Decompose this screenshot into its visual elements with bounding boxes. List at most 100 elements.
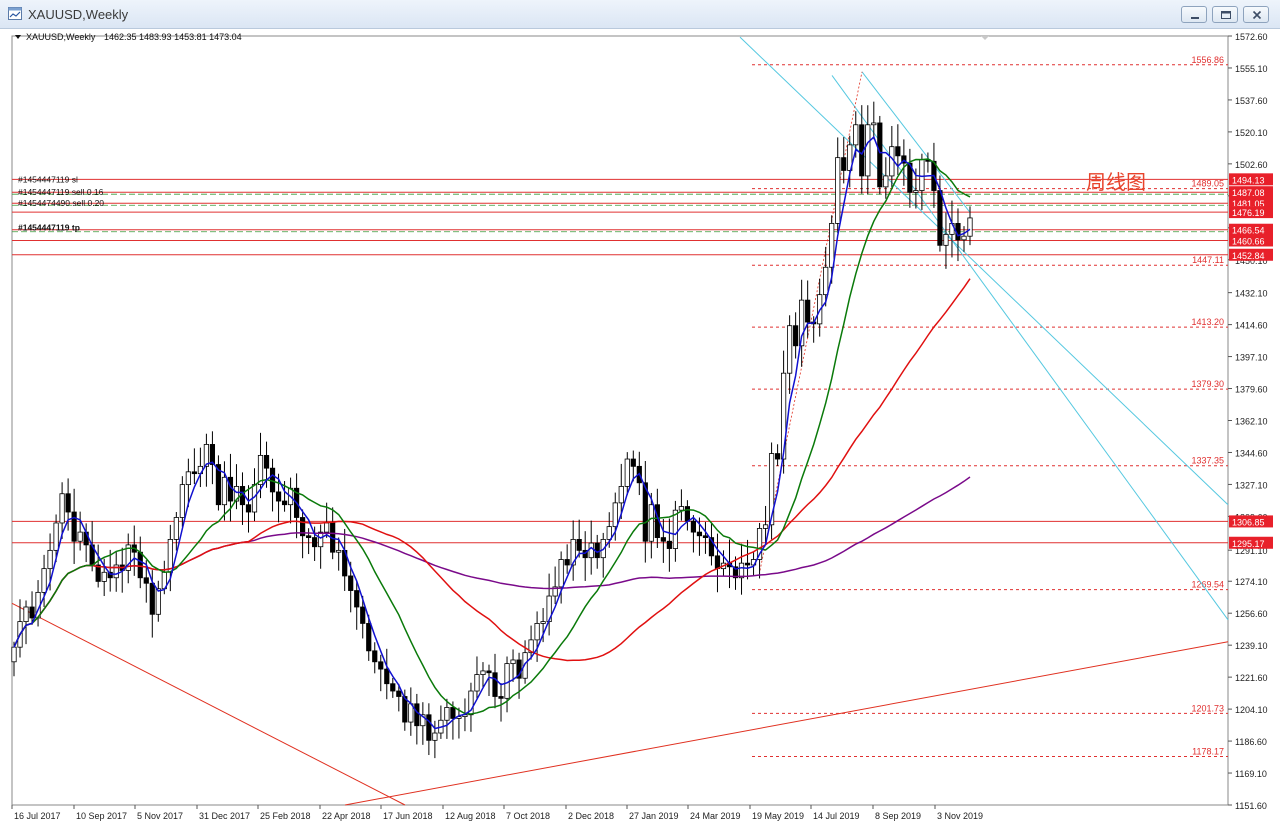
restore-button[interactable] (1212, 6, 1238, 23)
fib-level-label: 1269.54 (1191, 580, 1224, 590)
y-tick-label: 1169.10 (1235, 769, 1267, 779)
bear-candle (564, 559, 570, 566)
x-tick-label: 31 Dec 2017 (199, 811, 250, 821)
fib-level-label: 1447.11 (1192, 255, 1224, 265)
bull-candle (648, 504, 654, 542)
x-tick-label: 24 Mar 2019 (690, 811, 741, 821)
bear-candle (384, 668, 390, 685)
fib-level-label: 1178.17 (1192, 746, 1224, 756)
bull-candle (53, 522, 59, 551)
bull-candle (606, 526, 612, 540)
bull-candle (943, 233, 949, 246)
bull-candle (823, 266, 829, 296)
bull-candle (510, 659, 516, 665)
bull-candle (41, 568, 47, 593)
bear-candle (486, 670, 492, 674)
fib-level-label: 1489.05 (1191, 179, 1224, 189)
bear-candle (690, 520, 697, 533)
price-box-label: 1466.54 (1232, 226, 1265, 236)
bear-candle (666, 540, 672, 549)
minimize-button[interactable] (1181, 6, 1207, 23)
bull-candle (179, 484, 185, 518)
bull-candle (185, 471, 191, 486)
bull-candle (558, 559, 564, 588)
y-tick-label: 1520.10 (1235, 128, 1268, 138)
bull-candle (678, 506, 684, 511)
bear-candle (372, 650, 378, 663)
bear-candle (360, 606, 366, 624)
bull-candle (835, 157, 841, 224)
bull-candle (919, 159, 925, 191)
bull-candle (318, 531, 324, 548)
y-tick-label: 1555.10 (1235, 64, 1268, 74)
plot-area (11, 35, 1229, 806)
bear-candle (95, 564, 101, 582)
weekly-chart-annotation: 周线图 (1086, 170, 1146, 194)
price-box-label: 1460.66 (1232, 236, 1265, 246)
x-tick-label: 25 Feb 2018 (260, 811, 311, 821)
bear-candle (245, 504, 252, 513)
fib-level-label: 1413.20 (1191, 317, 1224, 327)
bear-candle (702, 535, 709, 538)
chart-window[interactable]: 1572.601555.101537.601520.101502.601485.… (0, 28, 1280, 833)
y-tick-label: 1274.10 (1235, 577, 1268, 587)
bull-candle (444, 707, 450, 721)
bull-candle (221, 476, 228, 506)
y-tick-label: 1414.60 (1235, 321, 1268, 331)
bull-candle (738, 562, 745, 579)
bull-candle (480, 670, 486, 675)
bear-candle (841, 157, 847, 171)
bull-candle (324, 522, 330, 533)
fib-level-label: 1379.30 (1191, 379, 1224, 389)
order-label: #1454447119 tp (18, 223, 80, 233)
y-tick-label: 1186.60 (1235, 737, 1267, 747)
y-tick-label: 1397.10 (1235, 353, 1268, 363)
bear-candle (306, 535, 312, 538)
bear-candle (774, 453, 781, 460)
bear-candle (65, 493, 71, 513)
x-tick-label: 2 Dec 2018 (568, 811, 614, 821)
price-box-label: 1452.84 (1232, 251, 1265, 261)
window-titlebar: XAUUSD,Weekly (0, 0, 1280, 29)
bull-candle (540, 621, 546, 624)
bear-candle (137, 551, 143, 579)
order-label: #1454474490 sell 0.20 (18, 198, 104, 208)
bear-candle (498, 696, 504, 699)
bull-candle (173, 517, 179, 540)
bear-candle (684, 506, 691, 522)
close-button[interactable] (1243, 6, 1269, 23)
bull-candle (47, 549, 53, 570)
x-tick-label: 17 Jun 2018 (383, 811, 433, 821)
bull-candle (167, 539, 173, 573)
bull-candle (474, 674, 480, 692)
bear-candle (450, 707, 456, 719)
bear-candle (492, 672, 498, 697)
order-label: #1454447119 sl (18, 174, 78, 184)
bull-candle (624, 458, 630, 487)
bull-candle (534, 623, 540, 641)
price-box-label: 1295.17 (1232, 539, 1265, 549)
restore-icon (1221, 11, 1231, 19)
y-tick-label: 1256.60 (1235, 609, 1268, 619)
bear-candle (696, 531, 703, 537)
price-chart[interactable]: 1572.601555.101537.601520.101502.601485.… (0, 28, 1280, 833)
x-tick-label: 10 Sep 2017 (76, 811, 127, 821)
bull-candle (101, 571, 107, 582)
bear-candle (414, 703, 420, 727)
bull-candle (588, 542, 594, 559)
x-tick-label: 7 Oct 2018 (506, 811, 550, 821)
y-tick-label: 1537.60 (1235, 96, 1268, 106)
bear-candle (793, 325, 799, 347)
x-tick-label: 27 Jan 2019 (629, 811, 679, 821)
x-tick-label: 16 Jul 2017 (14, 811, 61, 821)
chart-symbol-label: XAUUSD,Weekly (26, 32, 96, 42)
y-tick-label: 1379.60 (1235, 385, 1268, 395)
y-tick-label: 1239.10 (1235, 641, 1268, 651)
bear-candle (275, 491, 282, 502)
bull-candle (432, 732, 438, 741)
bear-candle (281, 500, 288, 506)
y-tick-label: 1572.60 (1235, 32, 1268, 42)
bull-candle (913, 190, 919, 193)
bear-candle (29, 606, 35, 619)
bear-candle (877, 122, 883, 188)
